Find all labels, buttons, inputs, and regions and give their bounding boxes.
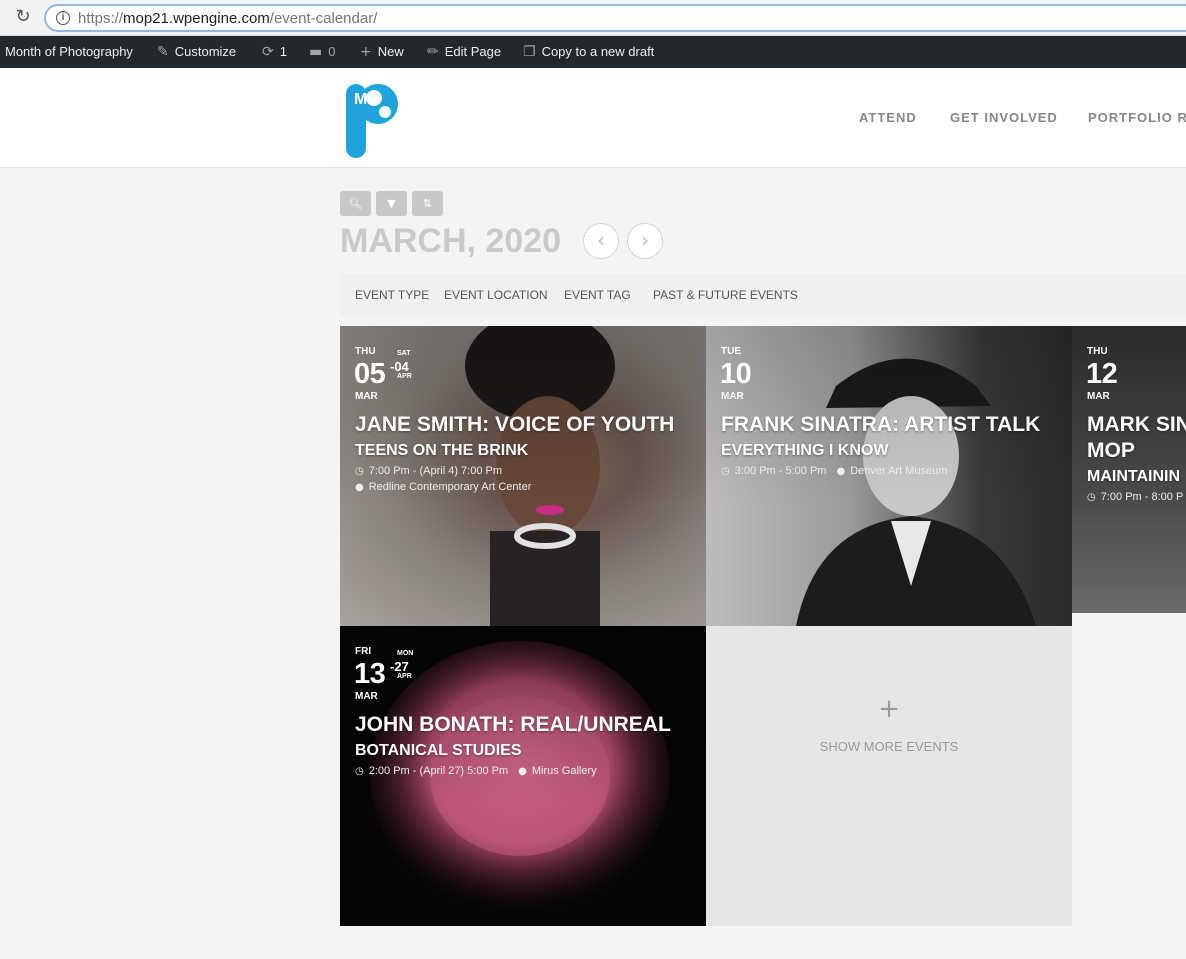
start-weekday: FRI [355, 646, 372, 657]
start-day: 05 [354, 358, 386, 390]
event-time-location: ◷ 3:00 Pm - 5:00 Pm ● Denver Art Museum [721, 465, 948, 477]
event-card-frank-sinatra[interactable]: TUE 10 MAR FRANK SINATRA: ARTIST TALK EV… [706, 326, 1072, 626]
start-weekday: THU [1087, 346, 1108, 357]
admin-new[interactable]: + New [360, 36, 404, 68]
admin-updates[interactable]: ⟳ 1 [262, 36, 287, 68]
clock-icon: ◷ [721, 466, 730, 477]
admin-copy-draft[interactable]: ❐ Copy to a new draft [523, 36, 654, 68]
filter-past-future[interactable]: PAST & FUTURE EVENTS [653, 288, 798, 302]
info-icon[interactable]: i [56, 11, 70, 25]
event-time-location: ◷ 2:00 Pm - (April 27) 5:00 Pm ● Mirus Gall… [355, 765, 597, 777]
search-icon: 🔍︎ [348, 197, 363, 210]
mop-logo[interactable]: M [344, 76, 400, 160]
nav-portfolio[interactable]: PORTFOLIO RE [1088, 110, 1186, 125]
start-day: 13 [354, 658, 386, 690]
site-header: M ATTEND GET INVOLVED PORTFOLIO RE [0, 68, 1186, 168]
event-subtitle: BOTANICAL STUDIES [355, 742, 522, 759]
admin-edit-page[interactable]: ✏ Edit Page [427, 36, 501, 68]
browser-toolbar: ↻ i https://mop21.wpengine.com/event-cal… [0, 0, 1186, 36]
filter-event-type[interactable]: EVENT TYPE [355, 288, 429, 302]
plus-icon: + [878, 694, 900, 724]
location-pin-icon: ● [518, 766, 527, 777]
admin-bar: Month of Photography ✎ Customize ⟳ 1 ▬ 0 + N… [0, 36, 1186, 68]
event-subtitle: EVERYTHING I KNOW [721, 442, 889, 459]
show-more-label: SHOW MORE EVENTS [819, 739, 959, 754]
chevron-right-icon: › [641, 228, 649, 252]
reload-icon[interactable]: ↻ [12, 6, 34, 28]
event-title-line2: MOP [1087, 439, 1135, 462]
admin-customize[interactable]: ✎ Customize [157, 36, 236, 68]
url-text: https://mop21.wpengine.com/event-calenda… [78, 10, 378, 27]
sort-button[interactable]: ⇅ [412, 191, 443, 216]
start-day: 10 [720, 358, 752, 390]
end-month: APR [397, 373, 412, 380]
end-weekday: SAT [397, 350, 411, 357]
address-bar[interactable]: i https://mop21.wpengine.com/event-calen… [44, 4, 1186, 32]
admin-site-name[interactable]: Month of Photography [5, 36, 133, 68]
end-month: APR [397, 673, 412, 680]
filter-bar: EVENT TYPE EVENT LOCATION EVENT TAG PAST… [340, 274, 1186, 316]
show-more-events-button[interactable]: + SHOW MORE EVENTS [706, 626, 1072, 926]
copy-icon: ❐ [523, 44, 536, 60]
comment-icon: ▬ [309, 44, 323, 60]
nav-get-involved[interactable]: GET INVOLVED [950, 110, 1058, 125]
filter-event-tag[interactable]: EVENT TAG [564, 288, 631, 302]
clock-icon: ◷ [1087, 492, 1096, 503]
start-weekday: THU [355, 346, 376, 357]
start-month: MAR [355, 391, 378, 402]
filter-event-location[interactable]: EVENT LOCATION [444, 288, 548, 302]
end-weekday: MON [397, 650, 414, 657]
search-button[interactable]: 🔍︎ [340, 191, 371, 216]
event-time: ◷ 7:00 Pm - (April 4) 7:00 Pm [355, 465, 503, 477]
clock-icon: ◷ [355, 466, 364, 477]
event-title[interactable]: JANE SMITH: VOICE OF YOUTH [355, 413, 674, 437]
month-title: MARCH, 2020 [340, 222, 562, 260]
location-pin-icon: ● [836, 466, 846, 477]
location-pin-icon: ● [355, 482, 364, 493]
end-day: -27 [390, 659, 409, 674]
sort-icon: ⇅ [422, 197, 433, 210]
event-subtitle: MAINTAININ [1087, 468, 1181, 485]
filter-icon: ▼ [387, 197, 396, 210]
brush-icon: ✎ [157, 44, 169, 60]
start-month: MAR [355, 691, 378, 702]
nav-attend[interactable]: ATTEND [859, 110, 917, 125]
event-card-john-bonath[interactable]: FRI 13 MAR MON -27 APR JOHN BONATH: REAL… [340, 626, 706, 926]
plus-icon: + [360, 44, 372, 60]
event-location: ● Redline Contemporary Art Center [355, 481, 532, 493]
event-title[interactable]: JOHN BONATH: REAL/UNREAL [355, 713, 671, 737]
event-card-jane-smith[interactable]: THU 05 MAR SAT -04 APR JANE SMITH: VOICE… [340, 326, 706, 626]
chevron-left-icon: ‹ [597, 228, 605, 252]
admin-comments[interactable]: ▬ 0 [309, 36, 335, 68]
start-month: MAR [1087, 391, 1110, 402]
event-title[interactable]: MARK SIN [1087, 413, 1186, 437]
start-month: MAR [721, 391, 744, 402]
end-day: -04 [390, 359, 409, 374]
clock-icon: ◷ [355, 766, 364, 777]
event-time: ◷ 7:00 Pm - 8:00 P [1087, 491, 1184, 503]
svg-text:M: M [354, 91, 367, 108]
refresh-icon: ⟳ [262, 44, 274, 60]
event-title[interactable]: FRANK SINATRA: ARTIST TALK [721, 413, 1040, 437]
event-card-mark-sin[interactable]: THU 12 MAR MARK SIN MOP MAINTAININ ◷ 7:00… [1072, 326, 1186, 613]
event-subtitle: TEENS ON THE BRINK [355, 442, 529, 459]
filter-button[interactable]: ▼ [376, 191, 407, 216]
start-weekday: TUE [721, 346, 741, 357]
pencil-icon: ✏ [427, 44, 439, 60]
start-day: 12 [1086, 358, 1118, 390]
prev-month-button[interactable]: ‹ [583, 223, 619, 259]
next-month-button[interactable]: › [627, 223, 663, 259]
